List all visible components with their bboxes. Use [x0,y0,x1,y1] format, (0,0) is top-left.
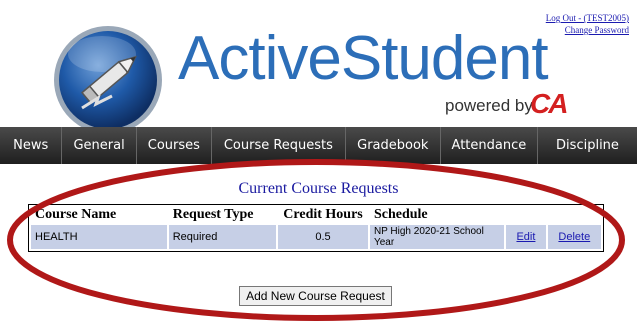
cell-course-name: HEALTH [31,225,167,249]
nav-course-requests[interactable]: Course Requests [212,127,346,164]
column-header-course-name: Course Name [35,207,117,222]
column-header-edit [506,207,545,223]
nav-news[interactable]: News [0,127,63,164]
cell-delete: Delete [547,225,601,249]
powered-by-text: powered by [445,96,533,115]
ca-brand-logo: CA [530,88,568,119]
cell-schedule: NP High 2020-21 School Year [369,225,505,249]
logo-title: ActiveStudent [178,24,549,93]
column-header-request-type: Request Type [172,207,254,222]
main-nav: News General Courses Course Requests Gra… [0,127,637,164]
nav-gradebook[interactable]: Gradebook [346,127,441,164]
add-new-course-request-button[interactable]: Add New Course Request [239,286,392,306]
nav-general[interactable]: General [62,127,137,164]
nav-attendance[interactable]: Attendance [441,127,538,164]
column-header-credit-hours: Credit Hours [283,207,363,222]
change-password-link[interactable]: Change Password [546,24,629,36]
logout-link[interactable]: Log Out - (TEST2005) [546,12,629,24]
account-links: Log Out - (TEST2005) Change Password [546,12,629,36]
activestudent-logo-icon [54,26,162,134]
section-title: Current Course Requests [238,180,399,197]
course-requests-table: Course Name Request Type Credit Hours Sc… [28,204,604,252]
cell-credit-hours: 0.5 [278,225,368,249]
table-row: HEALTH Required 0.5 NP High 2020-21 Scho… [31,225,601,249]
cell-request-type: Required [168,225,277,249]
column-header-schedule: Schedule [373,207,428,222]
column-header-delete [548,207,601,223]
delete-link[interactable]: Delete [558,231,590,243]
edit-link[interactable]: Edit [516,231,535,243]
nav-courses[interactable]: Courses [137,127,213,164]
table-header-row: Course Name Request Type Credit Hours Sc… [31,207,601,223]
nav-discipline[interactable]: Discipline [538,127,637,164]
cell-edit: Edit [506,225,546,249]
